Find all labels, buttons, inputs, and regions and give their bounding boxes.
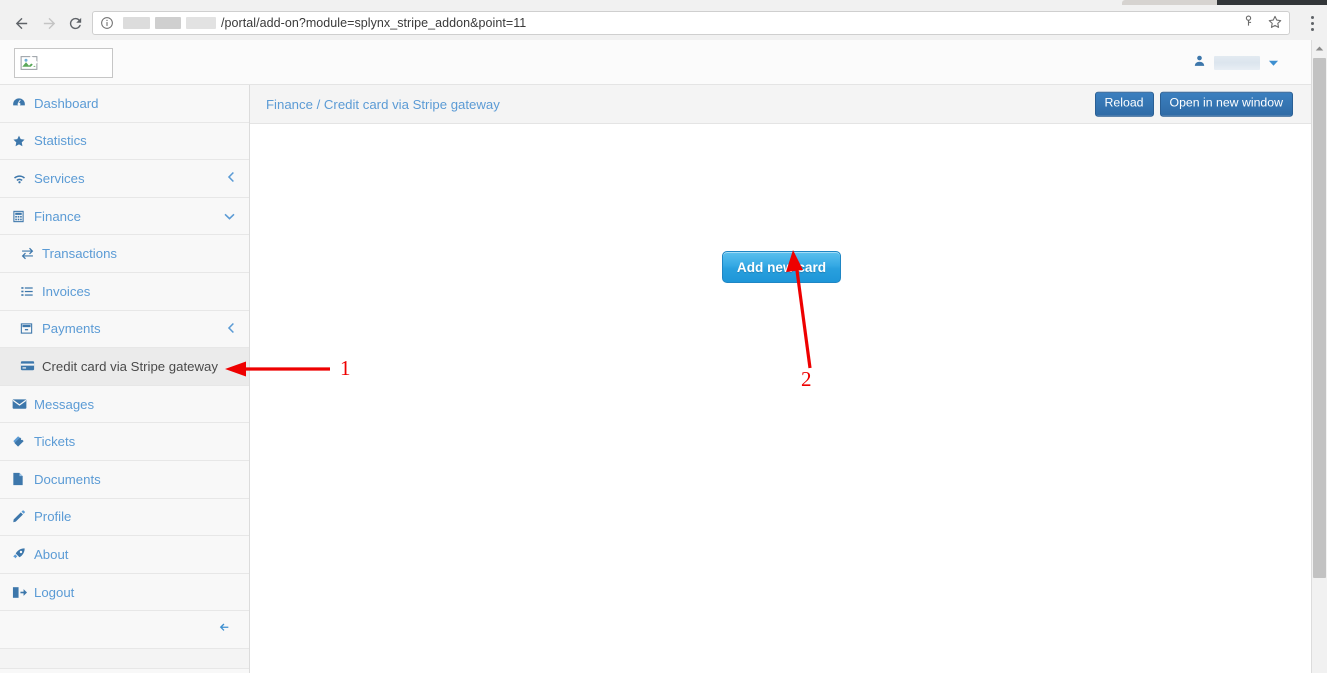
- browser-chrome: /portal/add-on?module=splynx_stripe_addo…: [0, 0, 1327, 40]
- sidebar-item-label: Invoices: [42, 283, 91, 299]
- arrow-left-icon: [217, 621, 231, 639]
- sidebar-item-payments[interactable]: Payments: [0, 310, 249, 349]
- page-info-icon[interactable]: [100, 16, 114, 30]
- chevron-left-icon[interactable]: [227, 171, 235, 186]
- sidebar-item-logout[interactable]: Logout: [0, 573, 249, 612]
- ticket-icon: [12, 435, 32, 449]
- forward-button[interactable]: [36, 11, 62, 35]
- app-header: [0, 40, 1311, 85]
- arrow-right-icon: [41, 15, 58, 32]
- user-avatar-icon: [1193, 54, 1206, 73]
- sidebar-item-label: Dashboard: [34, 95, 99, 111]
- scrollbar-up-arrow-icon[interactable]: [1312, 40, 1327, 56]
- sidebar-item-label: Tickets: [34, 434, 76, 450]
- sidebar-item-label: Finance: [34, 208, 81, 224]
- sign-out-icon: [12, 586, 32, 599]
- calculator-icon: [12, 210, 32, 223]
- chevron-down-icon[interactable]: [224, 209, 235, 224]
- sidebar: Dashboard Statistics Services Finance Transa…: [0, 85, 250, 673]
- payment-box-icon: [20, 322, 40, 335]
- reload-button[interactable]: Reload: [1094, 91, 1154, 117]
- dashboard-icon: [12, 96, 32, 110]
- sidebar-item-label: Documents: [34, 471, 101, 487]
- sidebar-item-label: Profile: [34, 509, 72, 525]
- sidebar-item-label: Messages: [34, 396, 95, 412]
- sidebar-item-label: Statistics: [34, 133, 87, 149]
- sidebar-item-credit-card-via-stripe-gateway[interactable]: Credit card via Stripe gateway: [0, 348, 249, 386]
- header-actions: Reload Open in new window: [1094, 91, 1293, 117]
- reload-icon: [67, 15, 84, 32]
- sidebar-collapse-button[interactable]: [0, 611, 249, 649]
- bookmark-star-icon[interactable]: [1267, 14, 1283, 35]
- sidebar-item-label: Transactions: [42, 246, 118, 262]
- list-icon: [20, 285, 40, 298]
- sidebar-item-finance[interactable]: Finance: [0, 197, 249, 236]
- content-header: Finance / Credit card via Stripe gateway…: [250, 85, 1311, 124]
- sidebar-item-services[interactable]: Services: [0, 160, 249, 198]
- caret-down-icon[interactable]: [1268, 54, 1279, 72]
- sidebar-item-documents[interactable]: Documents: [0, 460, 249, 499]
- password-key-icon[interactable]: [1241, 14, 1256, 34]
- breadcrumb: Finance / Credit card via Stripe gateway: [266, 96, 500, 112]
- scrollbar-thumb[interactable]: [1313, 58, 1326, 578]
- sidebar-item-dashboard[interactable]: Dashboard: [0, 85, 249, 123]
- brand-logo: [14, 48, 113, 78]
- credit-card-icon: [20, 360, 40, 372]
- arrow-left-icon: [13, 15, 30, 32]
- redacted-username: [1214, 56, 1260, 70]
- envelope-icon: [12, 398, 32, 410]
- browser-toolbar: /portal/add-on?module=splynx_stripe_addo…: [0, 5, 1327, 40]
- document-icon: [12, 472, 32, 486]
- broken-image-icon: [20, 54, 38, 72]
- url-text: /portal/add-on?module=splynx_stripe_addo…: [221, 16, 527, 30]
- wifi-icon: [12, 172, 32, 185]
- three-dot-menu-icon[interactable]: [1303, 13, 1321, 33]
- pencil-icon: [12, 510, 32, 523]
- sidebar-footer: [0, 648, 249, 669]
- user-menu[interactable]: [1193, 50, 1279, 76]
- sidebar-item-label: Credit card via Stripe gateway: [42, 358, 218, 374]
- back-button[interactable]: [8, 11, 34, 35]
- sidebar-item-messages[interactable]: Messages: [0, 385, 249, 424]
- sidebar-item-label: Payments: [42, 321, 101, 337]
- chevron-left-icon[interactable]: [227, 321, 235, 336]
- star-icon: [12, 134, 32, 148]
- sidebar-item-label: Services: [34, 170, 85, 186]
- sidebar-item-tickets[interactable]: Tickets: [0, 423, 249, 461]
- add-new-card-button[interactable]: Add new card: [722, 251, 841, 283]
- sidebar-item-label: Logout: [34, 584, 75, 600]
- sidebar-item-profile[interactable]: Profile: [0, 498, 249, 537]
- content-area: Finance / Credit card via Stripe gateway…: [250, 85, 1311, 673]
- sidebar-item-statistics[interactable]: Statistics: [0, 122, 249, 161]
- sidebar-item-transactions[interactable]: Transactions: [0, 235, 249, 273]
- rocket-icon: [12, 547, 32, 561]
- sidebar-item-about[interactable]: About: [0, 536, 249, 574]
- reload-button[interactable]: [62, 11, 88, 35]
- sidebar-item-invoices[interactable]: Invoices: [0, 272, 249, 311]
- redacted-domain: [123, 17, 216, 29]
- page-scrollbar[interactable]: [1311, 40, 1327, 673]
- exchange-icon: [20, 247, 40, 260]
- sidebar-item-label: About: [34, 546, 69, 562]
- page-viewport: Dashboard Statistics Services Finance Transa…: [0, 40, 1327, 673]
- open-in-new-window-button[interactable]: Open in new window: [1159, 91, 1293, 117]
- content-body: Add new card: [250, 124, 1311, 672]
- address-bar[interactable]: /portal/add-on?module=splynx_stripe_addo…: [92, 11, 1290, 35]
